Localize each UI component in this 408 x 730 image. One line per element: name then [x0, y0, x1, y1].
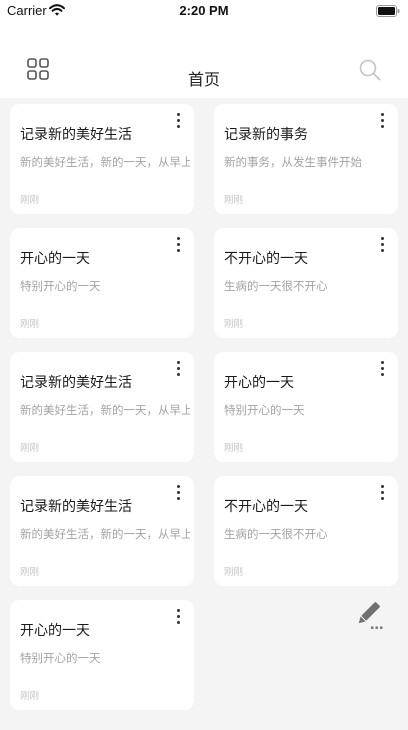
more-vertical-icon[interactable] — [172, 485, 184, 503]
note-card[interactable]: 记录新的美好生活 新的美好生活，新的一天，从早上开始 刚刚 — [10, 476, 194, 586]
note-description: 新的美好生活，新的一天，从早上开始 — [20, 527, 190, 541]
note-title: 记录新的美好生活 — [20, 499, 132, 515]
note-time: 刚刚 — [224, 567, 244, 578]
note-time: 刚刚 — [224, 195, 244, 206]
more-vertical-icon[interactable] — [172, 237, 184, 255]
more-vertical-icon[interactable] — [172, 609, 184, 627]
note-title: 不开心的一天 — [224, 251, 308, 267]
note-card[interactable]: 开心的一天 特别开心的一天 刚刚 — [10, 600, 194, 710]
note-description: 特别开心的一天 — [20, 279, 101, 293]
note-time: 刚刚 — [20, 567, 40, 578]
note-time: 刚刚 — [224, 443, 244, 454]
more-vertical-icon[interactable] — [376, 113, 388, 131]
note-card[interactable]: 记录新的美好生活 新的美好生活，新的一天，从早上开始 刚刚 — [10, 352, 194, 462]
note-time: 刚刚 — [20, 195, 40, 206]
note-card[interactable]: 不开心的一天 生病的一天很不开心 刚刚 — [214, 476, 398, 586]
battery-icon — [376, 5, 400, 17]
note-title: 记录新的事务 — [224, 127, 308, 143]
note-time: 刚刚 — [20, 319, 40, 330]
note-description: 特别开心的一天 — [224, 403, 305, 417]
note-time: 刚刚 — [20, 443, 40, 454]
note-card[interactable]: 开心的一天 特别开心的一天 刚刚 — [10, 228, 194, 338]
more-vertical-icon[interactable] — [172, 113, 184, 131]
page-title: 首页 — [187, 70, 220, 89]
more-vertical-icon[interactable] — [376, 237, 388, 255]
note-description: 新的美好生活，新的一天，从早上开始 — [20, 403, 190, 417]
note-description: 新的事务，从发生事件开始 — [224, 155, 362, 169]
status-bar: Carrier 2:20 PM — [0, 0, 408, 24]
note-title: 记录新的美好生活 — [20, 375, 132, 391]
nav-bar: 首页 — [0, 24, 408, 98]
note-time: 刚刚 — [20, 691, 40, 702]
note-card[interactable]: 不开心的一天 生病的一天很不开心 刚刚 — [214, 228, 398, 338]
more-vertical-icon[interactable] — [376, 361, 388, 379]
note-title: 记录新的美好生活 — [20, 127, 132, 143]
note-description: 新的美好生活，新的一天，从早上开始 — [20, 155, 190, 169]
more-vertical-icon[interactable] — [172, 361, 184, 379]
edit-pencil-icon[interactable] — [354, 600, 386, 632]
more-vertical-icon[interactable] — [376, 485, 388, 503]
note-title: 不开心的一天 — [224, 499, 308, 515]
search-icon[interactable] — [358, 58, 382, 82]
note-card[interactable]: 记录新的美好生活 新的美好生活，新的一天，从早上开始 刚刚 — [10, 104, 194, 214]
note-card[interactable]: 开心的一天 特别开心的一天 刚刚 — [214, 352, 398, 462]
note-time: 刚刚 — [224, 319, 244, 330]
note-card[interactable]: 记录新的事务 新的事务，从发生事件开始 刚刚 — [214, 104, 398, 214]
note-title: 开心的一天 — [20, 251, 90, 267]
note-title: 开心的一天 — [20, 623, 90, 639]
status-time: 2:20 PM — [179, 3, 229, 18]
note-description: 特别开心的一天 — [20, 651, 101, 665]
note-title: 开心的一天 — [224, 375, 294, 391]
note-description: 生病的一天很不开心 — [224, 279, 328, 293]
note-description: 生病的一天很不开心 — [224, 527, 328, 541]
